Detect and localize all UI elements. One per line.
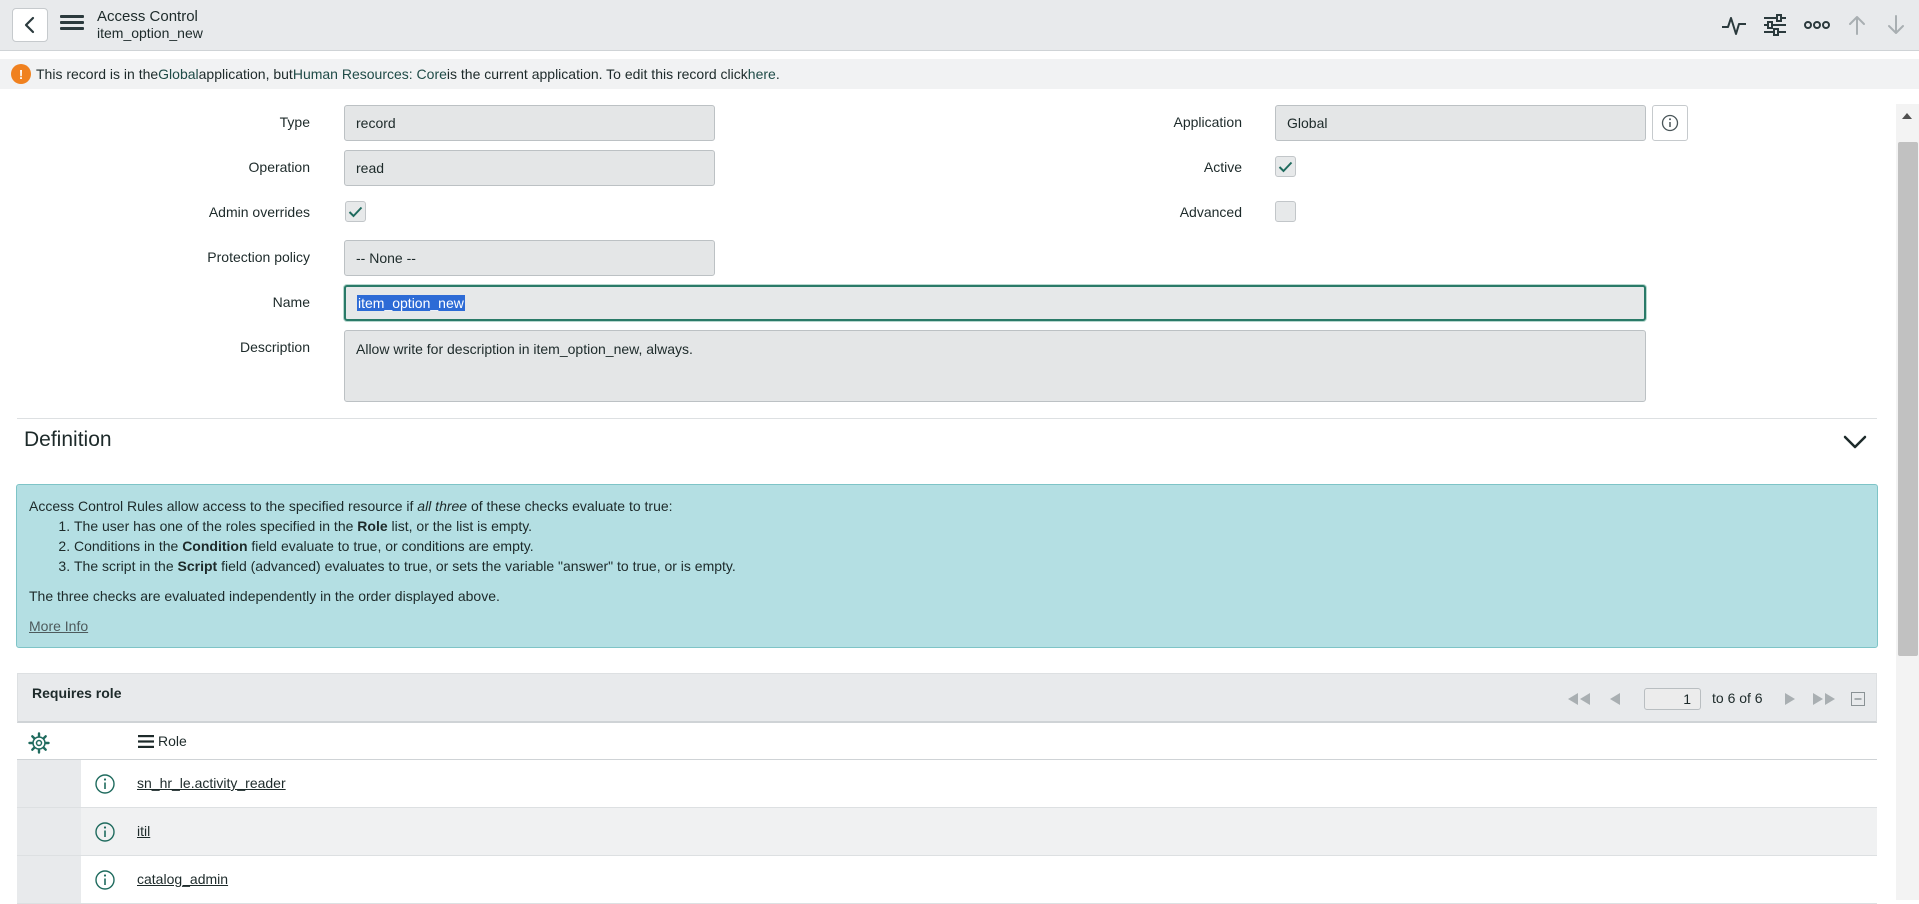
- page-title: Access Control: [97, 8, 198, 25]
- banner-app-link[interactable]: Global: [158, 66, 198, 82]
- info-icon[interactable]: [94, 773, 116, 795]
- name-label: Name: [272, 294, 310, 310]
- gear-icon[interactable]: [28, 732, 50, 757]
- first-page-icon[interactable]: [1565, 689, 1593, 709]
- info-icon[interactable]: [94, 821, 116, 843]
- admin-overrides-label: Admin overrides: [208, 204, 310, 220]
- active-label: Active: [1203, 159, 1242, 175]
- column-menu-icon[interactable]: [138, 734, 154, 748]
- table-row: catalog_admin: [17, 856, 1877, 904]
- info-icon[interactable]: [94, 869, 116, 891]
- banner-text: This record is in the: [36, 66, 159, 82]
- banner-text: is the current application. To edit this…: [446, 66, 748, 82]
- table-row: sn_hr_le.activity_reader: [17, 760, 1877, 808]
- definition-section-title: Definition: [24, 428, 112, 451]
- row-gutter: [17, 856, 81, 903]
- info-icon: [1661, 114, 1679, 132]
- last-page-icon[interactable]: [1810, 689, 1838, 709]
- more-info-link[interactable]: More Info: [29, 616, 88, 636]
- row-gutter: [17, 808, 81, 855]
- related-list-title: Requires role: [32, 685, 122, 701]
- application-field[interactable]: Global: [1275, 105, 1646, 141]
- column-header-row: [17, 724, 1877, 761]
- definition-note: The three checks are evaluated independe…: [29, 588, 500, 604]
- protection-policy-select[interactable]: -- None --: [344, 240, 715, 276]
- back-button[interactable]: [12, 8, 48, 42]
- page-subtitle: item_option_new: [97, 25, 203, 41]
- advanced-label: Advanced: [1179, 204, 1242, 220]
- page-number-input[interactable]: 1: [1644, 688, 1701, 710]
- collapse-list-icon[interactable]: [1851, 689, 1865, 709]
- chevron-down-icon[interactable]: [1843, 434, 1867, 453]
- definition-check-item: Conditions in the Condition field evalua…: [74, 536, 1865, 556]
- active-checkbox[interactable]: [1275, 156, 1296, 177]
- definition-checks-list: The user has one of the roles specified …: [29, 516, 1865, 576]
- role-column-label: Role: [158, 733, 187, 749]
- scroll-up-icon[interactable]: [1900, 108, 1914, 124]
- activity-icon[interactable]: [1718, 10, 1750, 40]
- type-label: Type: [279, 114, 310, 130]
- advanced-checkbox[interactable]: [1275, 201, 1296, 222]
- name-input[interactable]: item_option_new: [344, 285, 1646, 321]
- admin-overrides-checkbox[interactable]: [345, 201, 366, 222]
- protection-policy-label: Protection policy: [207, 249, 310, 265]
- definition-info-box: Access Control Rules allow access to the…: [16, 484, 1878, 648]
- previous-page-icon[interactable]: [1608, 689, 1622, 709]
- definition-intro: Access Control Rules allow access to the…: [29, 498, 673, 514]
- definition-check-item: The user has one of the roles specified …: [74, 516, 1865, 536]
- arrow-down-icon[interactable]: [1880, 10, 1912, 40]
- section-divider: [17, 418, 1877, 419]
- row-gutter: [17, 760, 81, 807]
- scrollbar-thumb[interactable]: [1898, 142, 1918, 656]
- definition-check-item: The script in the Script field (advanced…: [74, 556, 1865, 576]
- checkmark-icon: [1278, 161, 1293, 172]
- description-textarea[interactable]: Allow write for description in item_opti…: [344, 330, 1646, 402]
- role-link[interactable]: sn_hr_le.activity_reader: [137, 775, 286, 791]
- application-scope-banner: ! This record is in the Global applicati…: [0, 59, 1919, 89]
- role-link[interactable]: catalog_admin: [137, 871, 228, 887]
- next-page-icon[interactable]: [1783, 689, 1797, 709]
- warning-icon: !: [11, 64, 31, 84]
- type-field[interactable]: record: [344, 105, 715, 141]
- arrow-up-icon[interactable]: [1841, 10, 1873, 40]
- application-label: Application: [1173, 114, 1243, 130]
- banner-current-app-link[interactable]: Human Resources: Core: [293, 66, 447, 82]
- role-column-header[interactable]: Role: [138, 733, 187, 749]
- name-input-value: item_option_new: [357, 295, 465, 311]
- related-list-header: [17, 673, 1877, 723]
- settings-sliders-icon[interactable]: [1759, 10, 1791, 40]
- operation-field[interactable]: read: [344, 150, 715, 186]
- banner-text: application, but: [198, 66, 293, 82]
- checkmark-icon: [348, 206, 363, 217]
- record-title: Access Control item_option_new: [97, 8, 203, 42]
- banner-text: .: [775, 66, 780, 82]
- banner-edit-here-link[interactable]: here: [748, 66, 776, 82]
- table-row: itil: [17, 808, 1877, 856]
- more-icon[interactable]: [1801, 10, 1833, 40]
- role-link[interactable]: itil: [137, 823, 150, 839]
- top-header: [0, 0, 1919, 51]
- description-label: Description: [239, 339, 310, 355]
- page-range-text: to 6 of 6: [1712, 690, 1763, 706]
- operation-label: Operation: [248, 159, 310, 175]
- menu-icon[interactable]: [60, 15, 84, 35]
- application-info-button[interactable]: [1652, 105, 1688, 141]
- back-icon: [24, 16, 35, 34]
